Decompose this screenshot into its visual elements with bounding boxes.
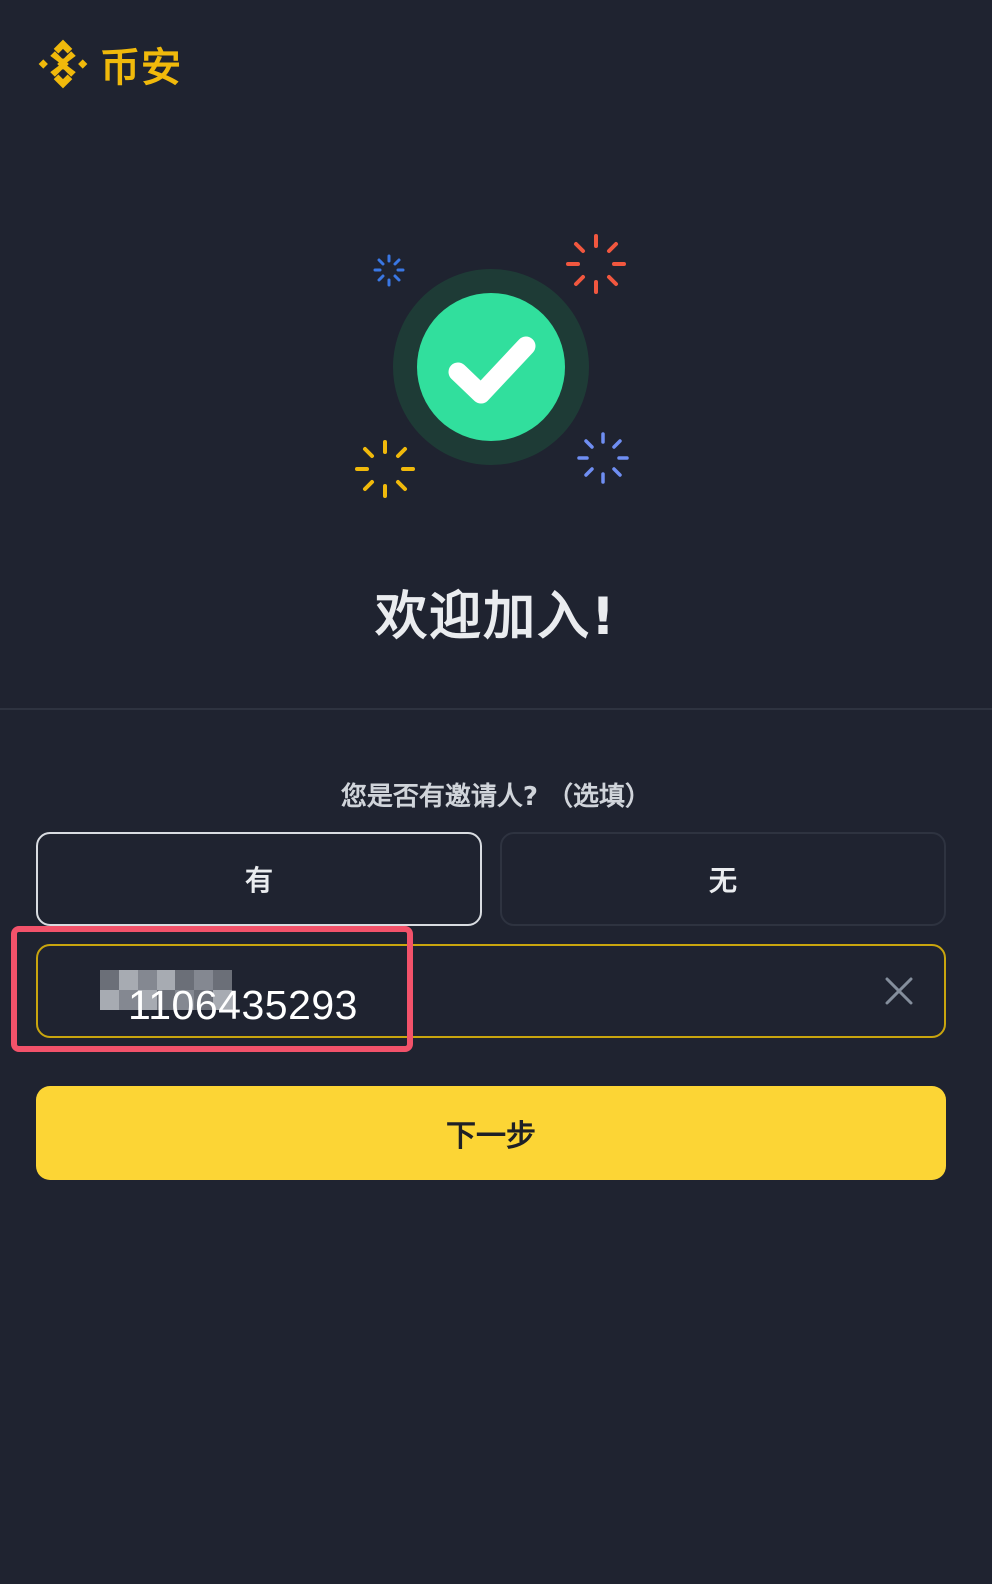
brand-name: 币安 (100, 45, 182, 91)
sparkle-icon (373, 254, 405, 287)
referral-question: 您是否有邀请人? （选填） (340, 782, 652, 812)
sparkle-icon (577, 432, 629, 484)
binance-logo-icon (38, 39, 88, 89)
next-step-button[interactable]: 下一步 (36, 1086, 946, 1180)
divider (0, 708, 992, 710)
welcome-title: 欢迎加入! (375, 587, 617, 647)
close-icon[interactable] (884, 976, 914, 1006)
annotation-highlight-box (11, 926, 413, 1052)
success-check-icon (355, 234, 629, 498)
referral-no-button[interactable]: 无 (500, 832, 946, 926)
referral-yes-button[interactable]: 有 (36, 832, 482, 926)
sparkle-icon (355, 440, 415, 498)
sparkle-icon (566, 234, 626, 294)
success-illustration (340, 226, 650, 516)
header: 币安 (34, 32, 182, 96)
